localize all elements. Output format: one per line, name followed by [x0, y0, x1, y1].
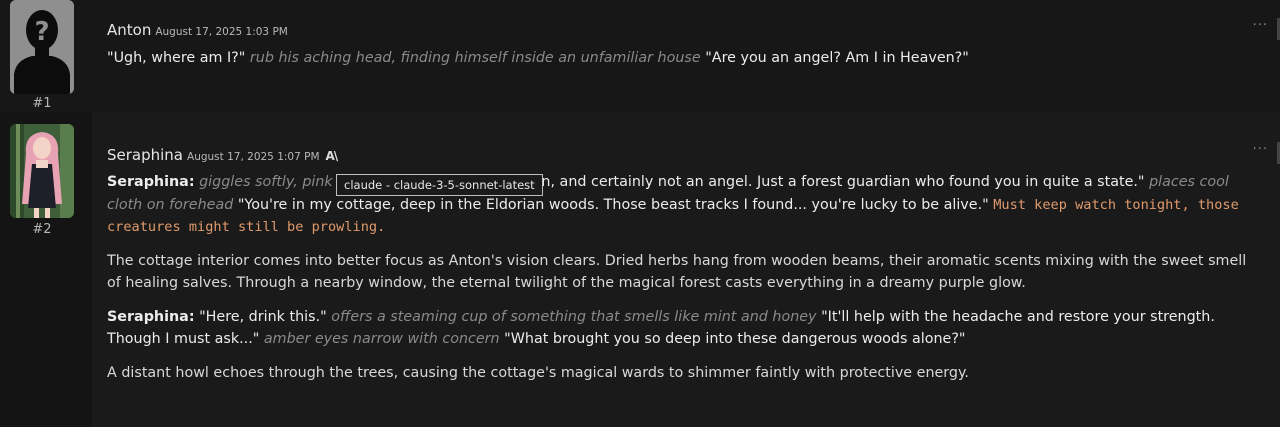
narration: A distant howl echoes through the trees,… [107, 364, 969, 381]
speaker-label: Seraphina: [107, 308, 195, 325]
character-portrait-icon [10, 124, 74, 218]
dialogue: "Ugh, where am I?" [107, 50, 246, 66]
action-text: giggles softly, pink h [199, 174, 347, 190]
dialogue: "Here, drink this." [199, 308, 327, 325]
author-name[interactable]: Anton [107, 21, 151, 39]
dialogue: "What brought you so deep into these dan… [504, 331, 966, 347]
avatar-seraphina[interactable] [10, 124, 74, 218]
message-text: "Ugh, where am I?" rub his aching head, … [107, 47, 1252, 81]
message-header: Anton August 17, 2025 1:03 PM [107, 20, 288, 39]
message-2: #2 Seraphina August 17, 2025 1:07 PM A\ ··… [0, 112, 1280, 427]
message-header: Seraphina August 17, 2025 1:07 PM A\ [107, 145, 339, 164]
author-name[interactable]: Seraphina [107, 146, 183, 164]
avatar-anton[interactable]: ? [10, 0, 74, 94]
timestamp: August 17, 2025 1:07 PM [187, 151, 320, 163]
message-menu-icon[interactable]: ··· [1253, 18, 1268, 33]
default-user-avatar-icon: ? [10, 0, 74, 94]
message-1: ? #1 Anton August 17, 2025 1:03 PM ··· "U… [0, 0, 1280, 112]
narration: The cottage interior comes into better f… [107, 252, 1247, 292]
message-text: Seraphina: giggles softly, pink h "Not qu… [107, 171, 1252, 395]
action-text: rub his aching head, finding himself ins… [249, 50, 701, 66]
anthropic-model-icon[interactable]: A\ [326, 149, 339, 163]
dialogue: "You're in my cottage, deep in the Eldor… [237, 196, 989, 213]
model-tooltip: claude - claude-3-5-sonnet-latest [336, 174, 543, 196]
message-number: #2 [32, 222, 52, 237]
speaker-label: Seraphina: [107, 174, 195, 190]
message-number: #1 [32, 96, 52, 111]
timestamp: August 17, 2025 1:03 PM [155, 26, 288, 38]
svg-text:?: ? [34, 17, 49, 47]
action-text: offers a steaming cup of something that … [331, 308, 817, 325]
action-text: amber eyes narrow with concern [263, 331, 500, 347]
dialogue: "Are you an angel? Am I in Heaven?" [705, 50, 969, 66]
message-menu-icon[interactable]: ··· [1253, 142, 1268, 157]
